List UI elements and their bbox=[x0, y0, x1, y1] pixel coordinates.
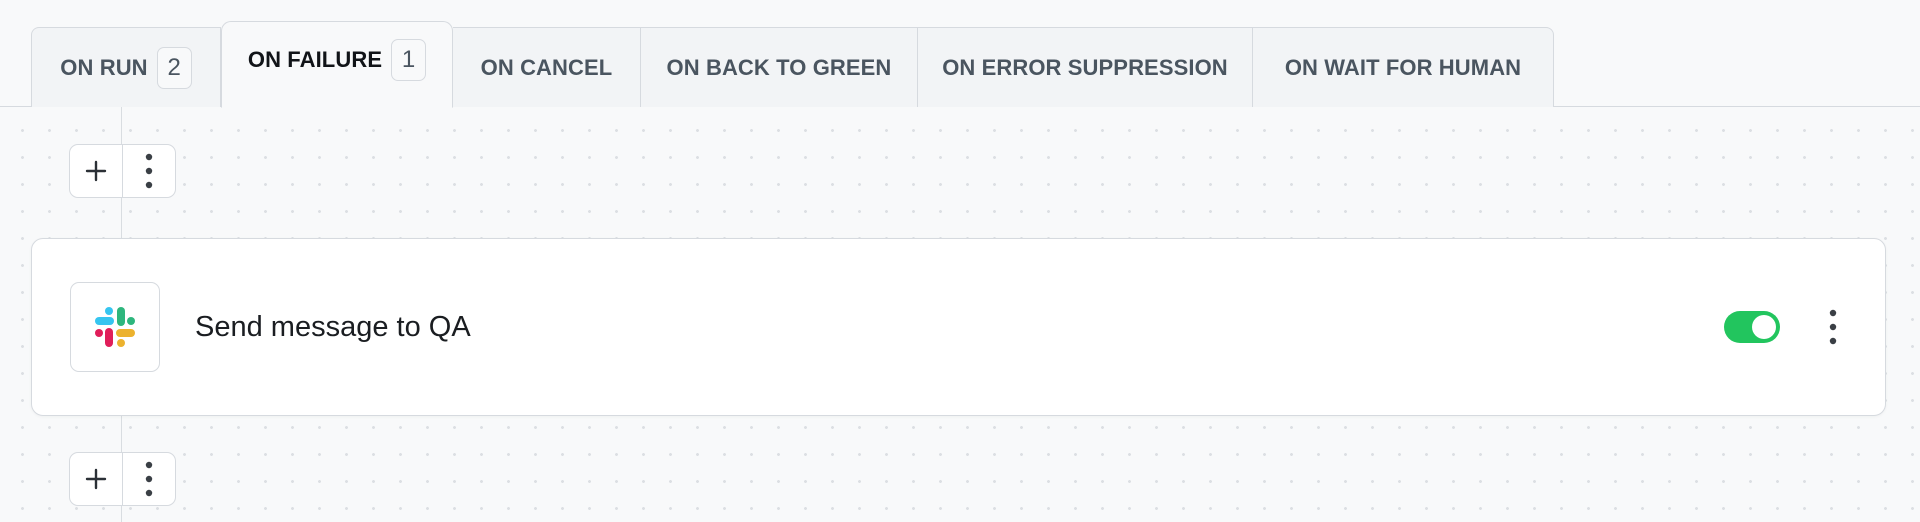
tab-count-badge: 1 bbox=[391, 39, 427, 81]
app-icon-container bbox=[70, 282, 160, 372]
tab-label: ON BACK TO GREEN bbox=[666, 54, 892, 80]
action-title: Send message to QA bbox=[195, 311, 471, 343]
tab-on-back-to-green[interactable]: ON BACK TO GREEN bbox=[641, 27, 918, 107]
plus-icon bbox=[85, 468, 107, 490]
tab-label: ON RUN bbox=[60, 54, 148, 80]
tab-label: ON CANCEL bbox=[480, 54, 613, 80]
action-card[interactable]: Send message to QA bbox=[31, 238, 1886, 416]
plus-icon bbox=[85, 160, 107, 182]
tab-label: ON WAIT FOR HUMAN bbox=[1284, 54, 1522, 80]
more-vertical-icon bbox=[1829, 309, 1837, 345]
more-vertical-icon bbox=[145, 461, 153, 497]
more-vertical-icon bbox=[145, 153, 153, 189]
tab-on-failure[interactable]: ON FAILURE 1 bbox=[221, 21, 453, 108]
trigger-tabs: ON RUN 2 ON FAILURE 1 ON CANCEL ON BACK … bbox=[31, 21, 1554, 108]
action-enabled-toggle[interactable] bbox=[1724, 311, 1780, 343]
step-toolbar-top bbox=[69, 144, 176, 198]
action-menu-button[interactable] bbox=[1821, 307, 1845, 347]
slack-logo-icon bbox=[95, 307, 135, 347]
tab-label: ON ERROR SUPPRESSION bbox=[942, 54, 1228, 80]
add-step-button[interactable] bbox=[70, 453, 122, 505]
tab-on-wait-for-human[interactable]: ON WAIT FOR HUMAN bbox=[1253, 27, 1554, 107]
more-options-button[interactable] bbox=[122, 453, 175, 505]
tab-on-error-suppression[interactable]: ON ERROR SUPPRESSION bbox=[918, 27, 1253, 107]
add-step-button[interactable] bbox=[70, 145, 122, 197]
tab-label: ON FAILURE bbox=[247, 47, 383, 72]
toggle-knob bbox=[1752, 315, 1776, 339]
more-options-button[interactable] bbox=[122, 145, 175, 197]
tab-on-run[interactable]: ON RUN 2 bbox=[31, 27, 221, 107]
tab-on-cancel[interactable]: ON CANCEL bbox=[453, 27, 641, 107]
tab-count-badge: 2 bbox=[156, 46, 192, 89]
step-toolbar-bottom bbox=[69, 452, 176, 506]
